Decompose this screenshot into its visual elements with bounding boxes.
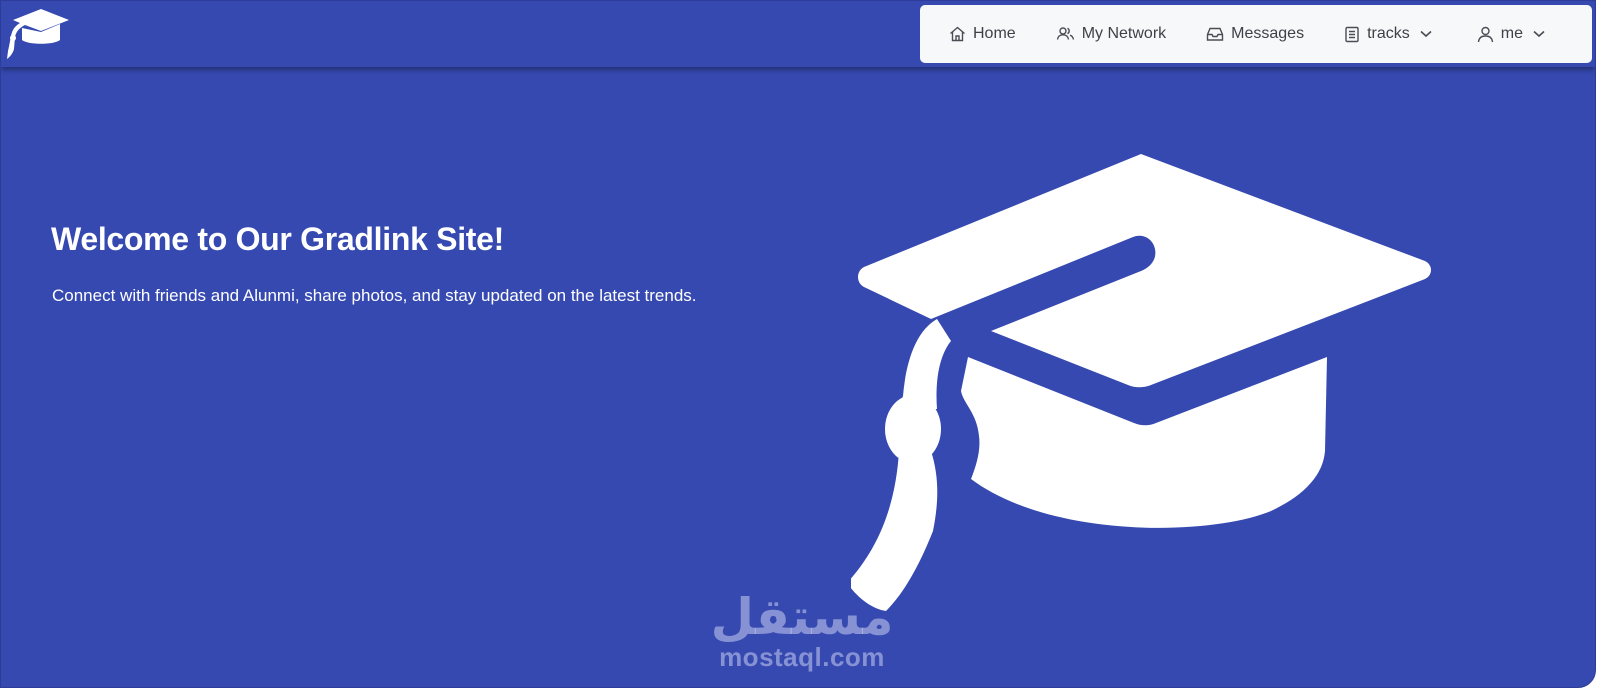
app-frame: Home My Network Messages tracks me Welco… — [0, 0, 1596, 688]
nav-home-label: Home — [973, 25, 1016, 42]
watermark-latin: mostaql.com — [719, 642, 885, 672]
logo-link[interactable] — [5, 7, 71, 61]
nav-messages-label: Messages — [1231, 25, 1305, 42]
watermark: مستقل mostaql.com — [707, 591, 897, 681]
hero-subtitle: Connect with friends and Alunmi, share p… — [52, 286, 697, 305]
user-icon — [1477, 26, 1494, 43]
nav-my-network[interactable]: My Network — [1056, 5, 1166, 63]
hero-title: Welcome to Our Gradlink Site! — [51, 221, 505, 257]
document-icon — [1344, 26, 1360, 43]
chevron-down-icon — [1533, 30, 1545, 38]
nav-messages[interactable]: Messages — [1206, 5, 1304, 63]
graduation-cap-icon — [7, 9, 69, 59]
people-icon — [1056, 26, 1075, 42]
main-nav: Home My Network Messages tracks me — [920, 5, 1592, 63]
home-icon — [949, 26, 966, 42]
nav-my-network-label: My Network — [1081, 25, 1167, 42]
nav-tracks-dropdown[interactable]: tracks — [1344, 5, 1432, 63]
nav-home[interactable]: Home — [949, 5, 1016, 63]
watermark-arabic: مستقل — [710, 588, 894, 646]
top-navbar: Home My Network Messages tracks me — [1, 1, 1595, 67]
graduation-cap-icon — [851, 154, 1431, 611]
nav-tracks-label: tracks — [1367, 25, 1410, 42]
chevron-down-icon — [1420, 30, 1432, 38]
nav-me-label: me — [1500, 25, 1523, 42]
nav-me-dropdown[interactable]: me — [1477, 5, 1545, 63]
inbox-icon — [1206, 26, 1224, 42]
